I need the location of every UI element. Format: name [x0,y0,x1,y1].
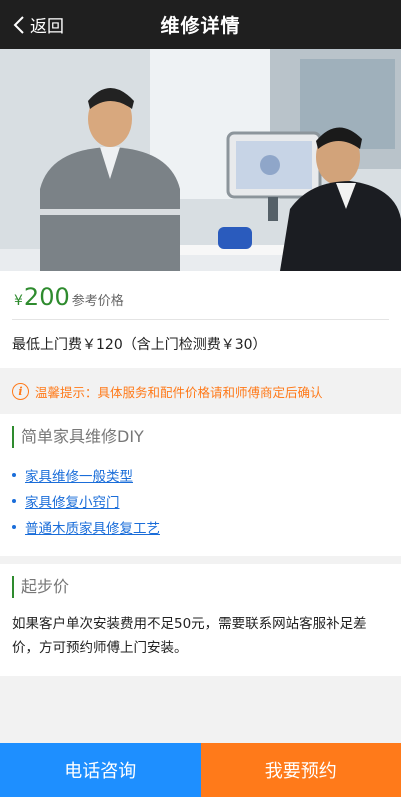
list-item: 普通木质家具修复工艺 [12,514,389,540]
tip-text: 温馨提示：具体服务和配件价格请和师傅商定后确认 [35,384,323,400]
back-label: 返回 [30,17,64,37]
min-fee-text: 最低上门费￥120（含上门检测费￥30） [12,337,267,353]
diy-link-craft[interactable]: 普通木质家具修复工艺 [25,517,160,537]
price-section: ¥ 200 参考价格 最低上门费￥120（含上门检测费￥30） [0,271,401,368]
diy-link-list: 家具维修一般类型 家具修复小窍门 普通木质家具修复工艺 [12,462,389,540]
currency-symbol: ¥ [14,293,23,309]
bullet-icon [12,525,16,529]
page-title: 维修详情 [160,15,241,37]
price-label: 参考价格 [71,294,124,309]
price-row: ¥ 200 参考价格 [12,283,389,320]
bottom-action-bar: 电话咨询 我要预约 [0,743,401,797]
starting-price-section: 起步价 如果客户单次安装费用不足50元，需要联系网站客服补足差价，方可预约师傅上… [0,564,401,676]
book-button[interactable]: 我要预约 [200,743,401,797]
diy-link-tips[interactable]: 家具修复小窍门 [25,491,120,511]
starting-price-text: 如果客户单次安装费用不足50元，需要联系网站客服补足差价，方可预约师傅上门安装。 [12,616,367,656]
diy-section: 简单家具维修DIY 家具维修一般类型 家具修复小窍门 普通木质家具修复工艺 [0,414,401,556]
call-button[interactable]: 电话咨询 [0,743,201,797]
info-icon: i [12,382,29,400]
diy-section-title: 简单家具维修DIY [12,426,389,448]
list-item: 家具修复小窍门 [12,488,389,514]
hero-image [0,49,401,271]
price-amount: 200 [23,283,70,311]
starting-price-title: 起步价 [12,576,389,598]
top-bar: 返回 维修详情 [0,0,401,49]
bullet-icon [12,499,16,503]
list-item: 家具维修一般类型 [12,462,389,488]
back-button[interactable]: 返回 [12,0,64,49]
tip-bar: i 温馨提示：具体服务和配件价格请和师傅商定后确认 [0,368,401,414]
diy-link-types[interactable]: 家具维修一般类型 [25,465,133,485]
chevron-left-icon [13,15,24,34]
bullet-icon [12,473,16,477]
